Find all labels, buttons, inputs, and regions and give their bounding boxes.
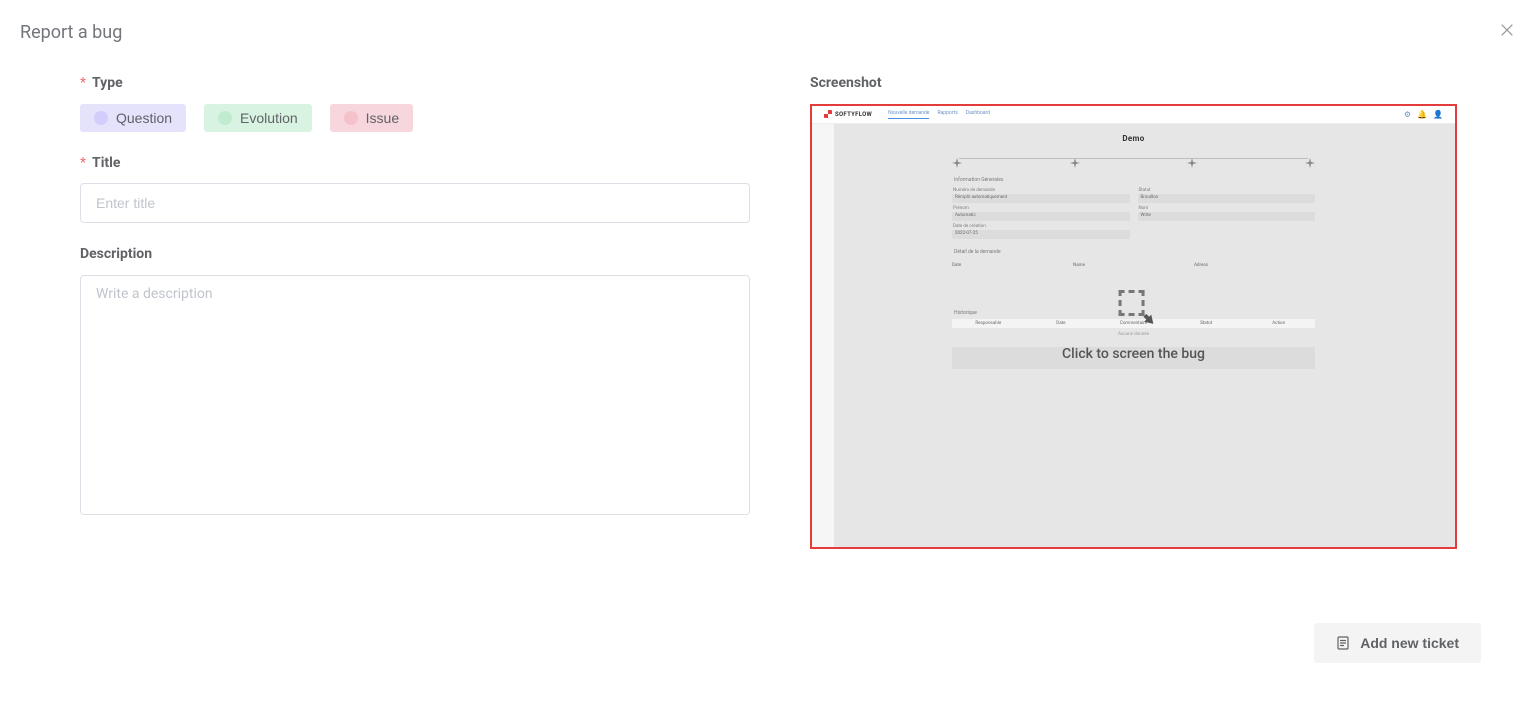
close-icon bbox=[1501, 24, 1513, 36]
preview-col: Name bbox=[1073, 263, 1194, 268]
step-icon bbox=[1305, 153, 1315, 163]
screenshot-capture-area[interactable]: SOFTYFLOW Nouvelle demande Rapports Dash… bbox=[810, 104, 1457, 549]
type-option-label: Question bbox=[116, 110, 172, 126]
preview-section: Détail de la demande bbox=[954, 249, 1315, 255]
radio-circle-icon bbox=[344, 111, 358, 125]
step-icon bbox=[1187, 153, 1197, 163]
preview-col: Action bbox=[1242, 321, 1315, 326]
preview-tab: Nouvelle demande bbox=[888, 110, 929, 119]
add-ticket-label: Add new ticket bbox=[1360, 635, 1459, 651]
preview-field-value: Write bbox=[1138, 212, 1316, 221]
screenshot-field: Screenshot SOFTYFLOW Nouvelle demande Ra… bbox=[810, 74, 1457, 549]
preview-field-value: Brouillon bbox=[1138, 194, 1316, 203]
step-icon bbox=[952, 153, 962, 163]
gear-icon: ⚙ bbox=[1404, 110, 1411, 119]
add-ticket-button[interactable]: Add new ticket bbox=[1314, 623, 1481, 663]
preview-col: Responsable bbox=[952, 321, 1025, 326]
report-bug-dialog: Report a bug Type Question Evolution bbox=[0, 0, 1537, 713]
preview-field-value: Automatic bbox=[952, 212, 1130, 221]
preview-header-actions: ⚙ 🔔 👤 bbox=[1404, 110, 1443, 119]
screenshot-overlay: Click to screen the bug bbox=[1062, 290, 1205, 362]
bell-icon: 🔔 bbox=[1417, 110, 1427, 119]
screenshot-overlay-text: Click to screen the bug bbox=[1062, 346, 1205, 362]
title-field: Title bbox=[80, 154, 750, 224]
dialog-body: Type Question Evolution Issue bbox=[20, 74, 1517, 571]
type-field: Type Question Evolution Issue bbox=[80, 74, 750, 132]
title-input[interactable] bbox=[80, 183, 750, 223]
screenshot-label: Screenshot bbox=[810, 74, 1457, 94]
document-icon bbox=[1336, 636, 1350, 650]
preview-field-label: Prénom bbox=[953, 206, 1130, 211]
preview-steps bbox=[952, 153, 1315, 163]
screenshot-select-icon bbox=[1119, 290, 1149, 320]
logo-mark-icon bbox=[824, 110, 832, 118]
radio-circle-icon bbox=[94, 111, 108, 125]
screenshot-column: Screenshot SOFTYFLOW Nouvelle demande Ra… bbox=[810, 74, 1457, 571]
description-textarea[interactable] bbox=[80, 275, 750, 515]
radio-circle-icon bbox=[218, 111, 232, 125]
type-option-issue[interactable]: Issue bbox=[330, 104, 413, 132]
close-button[interactable] bbox=[1497, 20, 1517, 44]
preview-col: Adress bbox=[1194, 263, 1315, 268]
preview-tab: Rapports bbox=[937, 110, 957, 119]
user-icon: 👤 bbox=[1433, 110, 1443, 119]
dialog-title: Report a bug bbox=[20, 22, 122, 43]
preview-field-label: Date de création bbox=[953, 224, 1130, 229]
preview-logo: SOFTYFLOW bbox=[824, 110, 872, 118]
type-option-question[interactable]: Question bbox=[80, 104, 186, 132]
type-option-evolution[interactable]: Evolution bbox=[204, 104, 312, 132]
preview-header: SOFTYFLOW Nouvelle demande Rapports Dash… bbox=[812, 106, 1455, 124]
dialog-footer: Add new ticket bbox=[1314, 623, 1481, 663]
preview-field-label: Numéro de demande bbox=[953, 188, 1130, 193]
description-label: Description bbox=[80, 245, 750, 265]
description-field: Description bbox=[80, 245, 750, 519]
preview-section: Information Génerales bbox=[954, 177, 1315, 183]
preview-field-label: Nom bbox=[1139, 206, 1316, 211]
preview-detail-table: Date Name Adress bbox=[952, 261, 1315, 270]
type-option-label: Issue bbox=[366, 110, 399, 126]
step-icon bbox=[1070, 153, 1080, 163]
preview-field-value: 2022-07-25 bbox=[952, 230, 1130, 239]
preview-col: Date bbox=[952, 263, 1073, 268]
preview-page-title: Demo bbox=[952, 134, 1315, 143]
preview-tabs: Nouvelle demande Rapports Dashboard bbox=[888, 110, 990, 119]
preview-field-value: Rémplir automatiquement bbox=[952, 194, 1130, 203]
title-label: Title bbox=[80, 154, 750, 174]
dialog-header: Report a bug bbox=[20, 20, 1517, 44]
type-option-label: Evolution bbox=[240, 110, 298, 126]
type-radio-group: Question Evolution Issue bbox=[80, 104, 750, 132]
preview-brand: SOFTYFLOW bbox=[835, 111, 872, 118]
form-column: Type Question Evolution Issue bbox=[80, 74, 750, 571]
type-label: Type bbox=[80, 74, 750, 94]
preview-field-label: Statut bbox=[1139, 188, 1316, 193]
preview-tab: Dashboard bbox=[966, 110, 990, 119]
